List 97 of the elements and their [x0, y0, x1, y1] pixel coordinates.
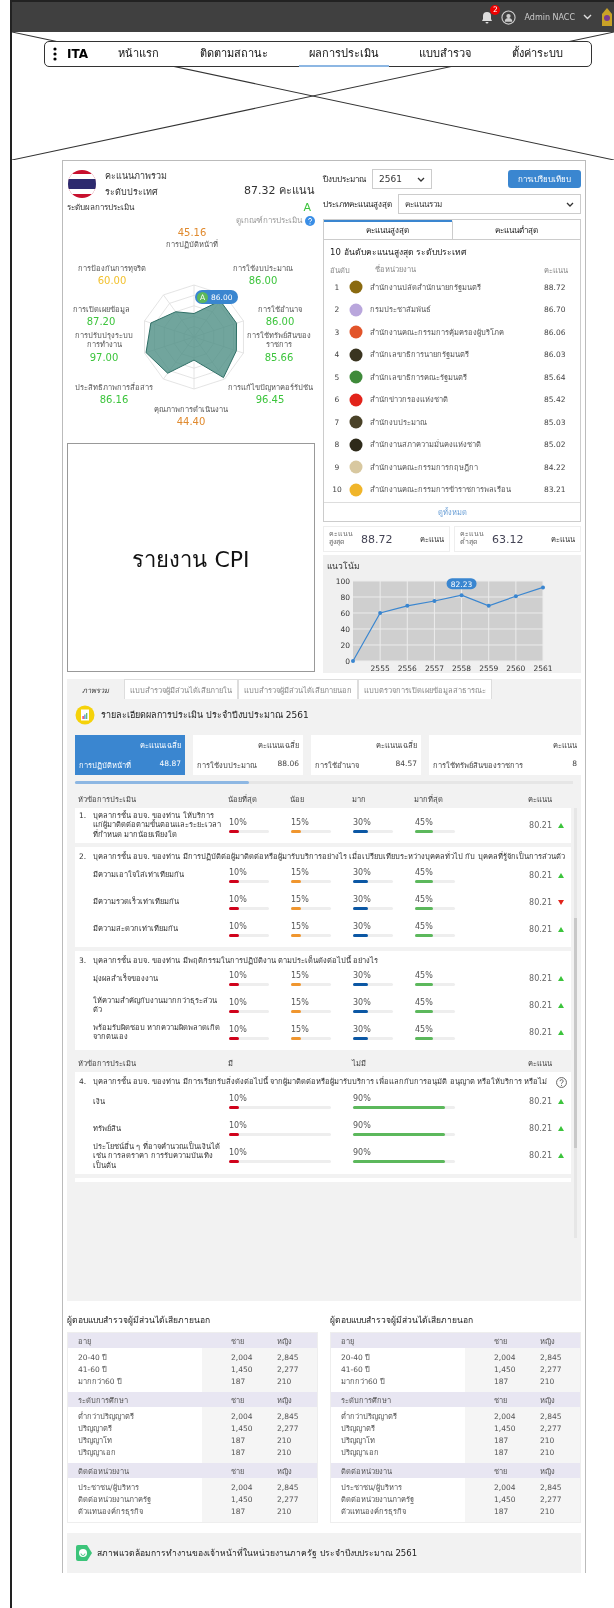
- avatar-icon[interactable]: [501, 9, 517, 25]
- percentage: 30%: [353, 1024, 372, 1034]
- dimension-score: 45.16: [177, 227, 207, 238]
- percentage: 10%: [229, 867, 248, 877]
- item-score: 80.21: [528, 1151, 553, 1161]
- percentage: 90%: [353, 1148, 372, 1158]
- stat-value: 63.12: [492, 532, 524, 546]
- percentage: 45%: [415, 894, 434, 904]
- dimension-score: 96.45: [255, 394, 285, 406]
- percentage: 30%: [353, 867, 372, 877]
- emblem-icon: [600, 7, 614, 27]
- percentage: 45%: [415, 921, 434, 931]
- ranking-tab[interactable]: คะแนนต่ำสุด: [451, 220, 580, 240]
- item-score: 80.21: [528, 924, 553, 934]
- percentage: 15%: [291, 894, 310, 904]
- dimension-score: 86.00: [265, 316, 295, 328]
- percentage: 10%: [229, 997, 248, 1007]
- percentage: 10%: [229, 894, 248, 904]
- percentage: 10%: [229, 1148, 248, 1158]
- menu-icon[interactable]: [53, 47, 57, 61]
- scroll-thumb[interactable]: [574, 918, 577, 1148]
- ranking-title: 10 อันดับคะแนนสูงสุด ระดับประเทศ: [330, 246, 468, 259]
- percentage: 45%: [415, 970, 434, 980]
- percentage: 10%: [229, 817, 248, 827]
- percentage: 45%: [415, 1024, 434, 1034]
- smiley-icon: [75, 1544, 93, 1562]
- detail-title: รายละเอียดผลการประเมิน ประจำปีงบประมาณ 2561: [101, 709, 309, 722]
- item-score: 80.21: [528, 1000, 553, 1010]
- nav-tab[interactable]: หน้าแรก: [108, 41, 170, 67]
- item-score: 80.21: [528, 870, 553, 880]
- help-icon[interactable]: [556, 1076, 567, 1088]
- chevron-down-icon: [417, 176, 425, 182]
- nav-tab[interactable]: ติดตามสถานะ: [189, 41, 278, 67]
- scroll-thumb[interactable]: [75, 781, 250, 784]
- grade-label: ระดับผลการประเมิน: [67, 202, 134, 214]
- trend-title: แนวโน้ม: [327, 560, 361, 573]
- help-icon[interactable]: [305, 215, 315, 226]
- dimension-score: 85.66: [264, 351, 294, 363]
- percentage: 45%: [415, 817, 434, 827]
- overview-title: ระดับประเทศ: [105, 186, 159, 199]
- percentage: 10%: [229, 1120, 248, 1130]
- overall-score: 87.32 คะแนน: [244, 183, 315, 199]
- compare-button[interactable]: การเปรียบเทียบ: [508, 170, 581, 188]
- dimension-score: 87.20: [86, 316, 116, 328]
- chevron-down-icon[interactable]: [583, 14, 592, 20]
- line-series: [352, 586, 544, 662]
- dimension-score: 97.00: [89, 351, 119, 363]
- percentage: 30%: [353, 817, 372, 827]
- score-type-select[interactable]: คะแนนรวม: [398, 194, 581, 214]
- cpi-report-title: รายงาน CPI: [132, 546, 250, 574]
- nav-tab[interactable]: แบบสำรวจ: [409, 41, 482, 67]
- percentage: 90%: [353, 1093, 372, 1103]
- dimension-score: 44.40: [176, 416, 206, 428]
- score-type-label: ประเภทคะแนนสูงสุด: [323, 198, 392, 211]
- nav-tab[interactable]: ผลการประเมิน: [298, 41, 389, 67]
- percentage: 15%: [291, 867, 310, 877]
- percentage: 10%: [229, 921, 248, 931]
- dimension-score: 86.00: [248, 275, 278, 287]
- percentage: 15%: [291, 1024, 310, 1034]
- item-score: 80.21: [528, 897, 553, 907]
- user-name[interactable]: Admin NACC: [524, 12, 575, 22]
- chevron-down-icon: [566, 201, 574, 207]
- percentage: 10%: [229, 1024, 248, 1034]
- flag-icon: [67, 169, 97, 199]
- dimension-score: 60.00: [97, 275, 127, 287]
- banner-title: สภาพแวดล้อมการทำงานของเจ้าหน้าที่ในหน่วยงานภาครัฐ ประจำปีงบประมาณ 2561: [97, 1546, 418, 1560]
- dimension-score: 86.16: [99, 394, 129, 406]
- percentage: 30%: [353, 894, 372, 904]
- percentage: 45%: [415, 867, 434, 877]
- percentage: 15%: [291, 817, 310, 827]
- item-score: 80.21: [528, 1096, 553, 1106]
- item-score: 80.21: [528, 1123, 553, 1133]
- percentage: 90%: [353, 1120, 372, 1130]
- percentage: 45%: [415, 997, 434, 1007]
- year-label: ปีงบประมาณ: [323, 173, 366, 186]
- percentage: 10%: [229, 1093, 248, 1103]
- bell-icon[interactable]: [481, 10, 494, 24]
- ranking-tab[interactable]: คะแนนสูงสุด: [324, 220, 452, 240]
- brand-name[interactable]: ITA: [67, 47, 88, 61]
- percentage: 15%: [291, 997, 310, 1007]
- percentage: 30%: [353, 921, 372, 931]
- item-score: 80.21: [528, 973, 553, 983]
- overview-title: คะแนนภาพรวม: [105, 170, 167, 183]
- percentage: 15%: [291, 970, 310, 980]
- demographics-title: ผู้ตอบแบบสำรวจผู้มีส่วนได้เสียภายนอก: [330, 1314, 474, 1327]
- item-score: 80.21: [528, 1027, 553, 1037]
- percentage: 30%: [353, 970, 372, 980]
- question-score: 80.21: [528, 820, 553, 830]
- percentage: 15%: [291, 921, 310, 931]
- stat-value: 88.72: [361, 532, 393, 546]
- report-icon: [75, 705, 95, 725]
- grade-value: A: [303, 201, 311, 214]
- year-select[interactable]: 2561: [372, 169, 432, 189]
- percentage: 30%: [353, 997, 372, 1007]
- percentage: 10%: [229, 970, 248, 980]
- nav-tab[interactable]: ตั้งค่าระบบ: [501, 41, 573, 67]
- demographics-title: ผู้ตอบแบบสำรวจผู้มีส่วนได้เสียภายนอก: [67, 1314, 211, 1327]
